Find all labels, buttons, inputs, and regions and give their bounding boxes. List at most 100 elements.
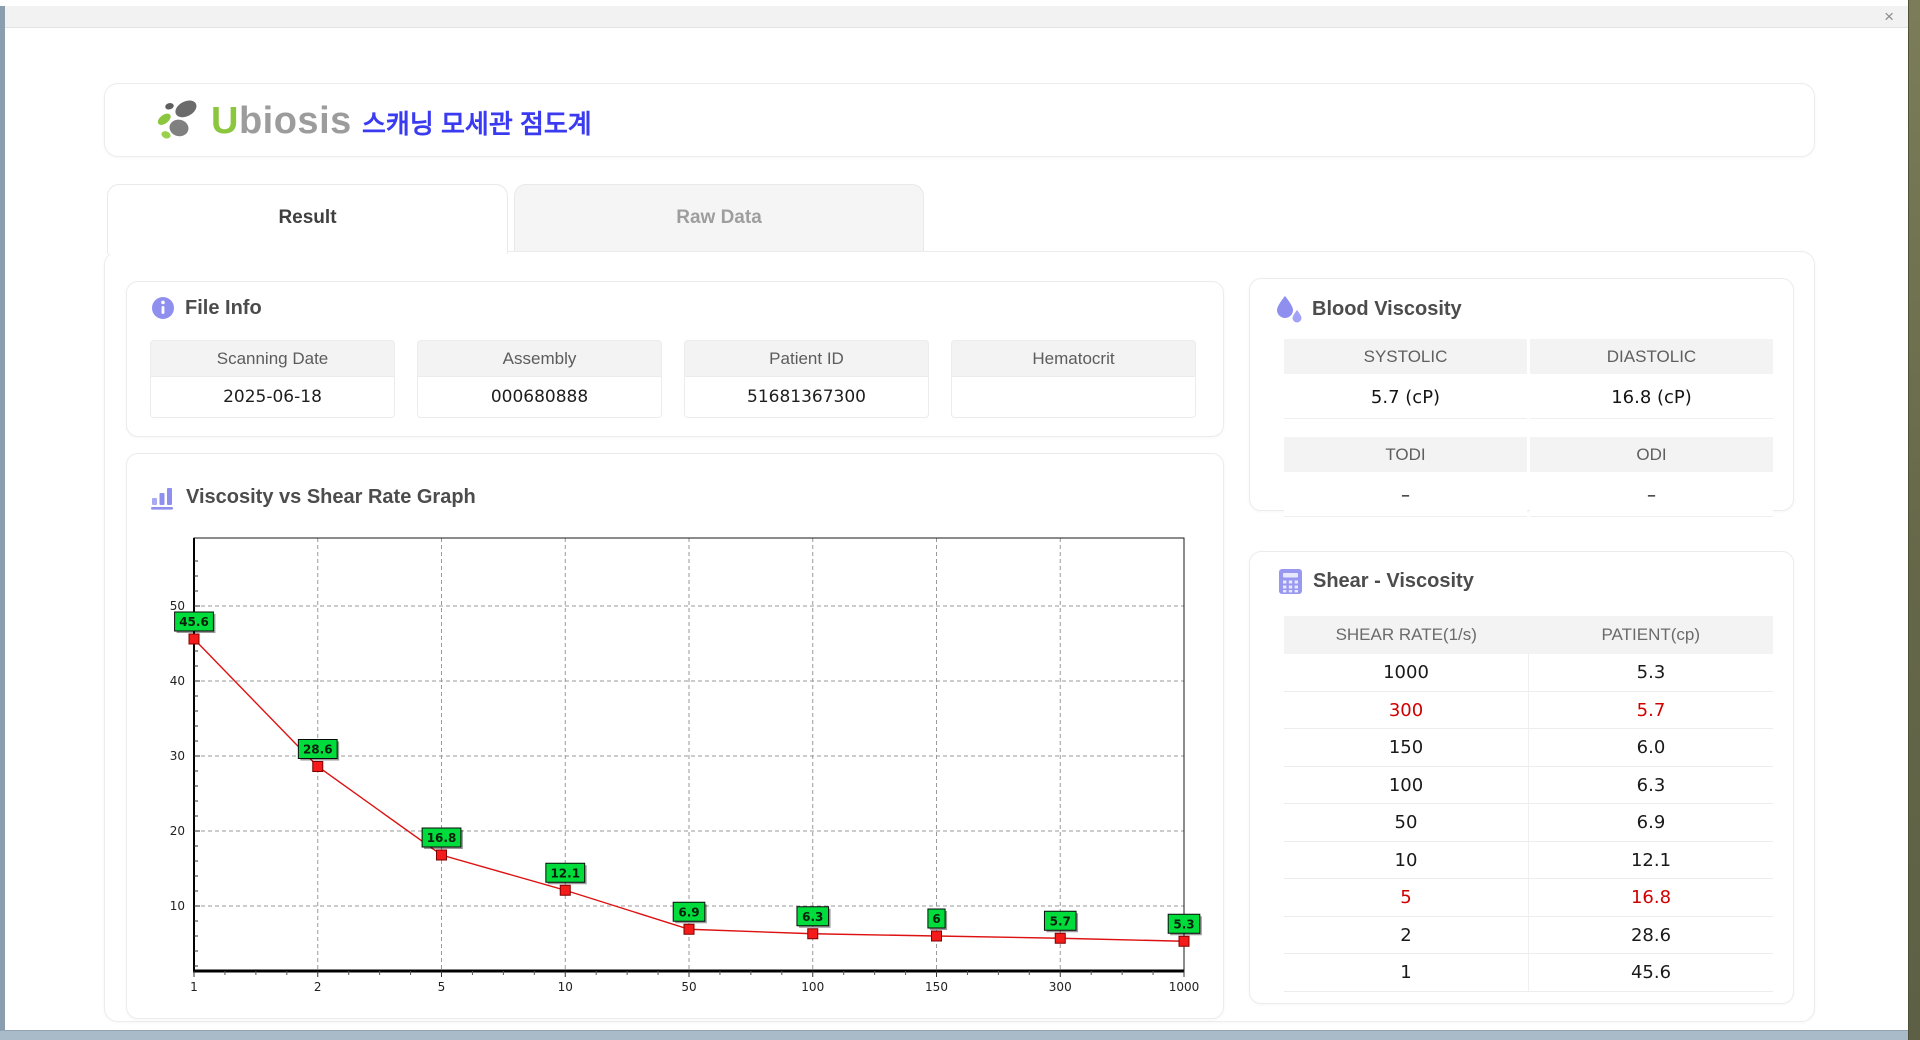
odi-value: –: [1530, 475, 1773, 517]
shear-rate-cell: 300: [1284, 691, 1529, 728]
patient-cell: 12.1: [1630, 849, 1672, 871]
patient-cell: 5.7: [1636, 699, 1666, 721]
field-value: 2025-06-18: [150, 377, 395, 418]
svg-text:20: 20: [170, 824, 185, 838]
table-row: 300 5.7: [1284, 691, 1773, 729]
shear-rate-cell: 150: [1284, 729, 1529, 766]
shear-viscosity-table: SHEAR RATE(1/s) PATIENT(cp) 1000 5.3 300 5.…: [1284, 616, 1773, 992]
table-body: 1000 5.3 300 5.7 150 6.0 100 6.3 50 6.9 10 12.1 5 16.…: [1284, 654, 1773, 992]
shear-rate-cell: 2: [1284, 916, 1529, 953]
table-row: 1 45.6: [1284, 954, 1773, 992]
svg-text:30: 30: [170, 749, 185, 763]
svg-text:300: 300: [1049, 980, 1072, 994]
shear-rate-cell: 5: [1284, 879, 1529, 916]
logo-text: Ubiosis: [211, 100, 352, 143]
systolic-value: 5.7 (cP): [1284, 377, 1527, 419]
table-row: 5 16.8: [1284, 879, 1773, 917]
svg-text:6: 6: [932, 912, 940, 926]
table-row: 1000 5.3: [1284, 654, 1773, 692]
app-window: × Ubiosis 스캐닝 모세관 점도계 Result Raw Data Fi…: [0, 0, 1920, 1040]
svg-text:2: 2: [314, 980, 322, 994]
viscosity-shear-rate-chart: 10 20 30 40 50 1 2 5 10 50 100 150 300 1000 45.6 28.6 16…: [170, 537, 1202, 994]
info-icon: [152, 297, 174, 319]
svg-text:6.3: 6.3: [802, 910, 823, 924]
svg-text:150: 150: [925, 980, 948, 994]
patient-cell: 16.8: [1630, 887, 1672, 908]
shear-rate-cell: 10: [1284, 841, 1529, 878]
header-card: Ubiosis 스캐닝 모세관 점도계: [104, 83, 1815, 157]
field-label: Hematocrit: [951, 340, 1196, 377]
file-info-field-hematocrit: Hematocrit: [951, 340, 1196, 418]
file-info-field-scanning-date: Scanning Date 2025-06-18: [150, 340, 395, 418]
window-left-border: [0, 6, 5, 1030]
file-info-field-assembly: Assembly 000680888: [417, 340, 662, 418]
blood-viscosity-table: SYSTOLIC DIASTOLIC 5.7 (cP) 16.8 (cP) TO…: [1284, 339, 1773, 517]
blood-drops-icon: [1277, 296, 1302, 323]
patient-cell: 5.3: [1636, 662, 1666, 683]
table-row: 10 12.1: [1284, 841, 1773, 879]
svg-text:6.9: 6.9: [678, 905, 699, 919]
svg-text:50: 50: [681, 980, 696, 994]
svg-text:1000: 1000: [1169, 980, 1200, 994]
file-info-field-patient-id: Patient ID 51681367300: [684, 340, 929, 418]
svg-text:16.8: 16.8: [427, 831, 457, 845]
table-header-row: SHEAR RATE(1/s) PATIENT(cp): [1284, 616, 1773, 654]
systolic-label: SYSTOLIC: [1284, 339, 1527, 374]
shear-viscosity-card: Shear - Viscosity SHEAR RATE(1/s) PATIEN…: [1249, 551, 1794, 1004]
shear-rate-cell: 100: [1284, 766, 1529, 803]
field-label: Patient ID: [684, 340, 929, 377]
svg-text:10: 10: [170, 899, 185, 913]
table-row: 100 6.3: [1284, 766, 1773, 804]
field-value: 000680888: [417, 377, 662, 418]
svg-text:5: 5: [438, 980, 446, 994]
shear-rate-cell: 1: [1284, 954, 1529, 991]
field-label: Scanning Date: [150, 340, 395, 377]
file-info-card: File Info Scanning Date 2025-06-18 Assembl…: [126, 281, 1224, 437]
blood-viscosity-card: Blood Viscosity SYSTOLIC DIASTOLIC 5.7 (…: [1249, 278, 1794, 517]
ubiosis-logo-mark-icon: [157, 100, 197, 139]
tab-result[interactable]: Result: [107, 184, 508, 254]
shear-rate-cell: 50: [1284, 804, 1529, 841]
shear-rate-cell: 1000: [1284, 654, 1529, 691]
field-label: Assembly: [417, 340, 662, 377]
patient-cell: 28.6: [1630, 924, 1672, 946]
viscosity-graph-card: Viscosity vs Shear Rate Graph 10 20 30 40 50…: [126, 453, 1224, 1019]
file-info-fields: Scanning Date 2025-06-18 Assembly 000680888…: [150, 340, 1196, 418]
todi-label: TODI: [1284, 437, 1527, 472]
patient-cell: 6.9: [1636, 812, 1666, 833]
shear-rate-column-header: SHEAR RATE(1/s): [1335, 625, 1477, 644]
blood-viscosity-title: Blood Viscosity: [1312, 297, 1462, 320]
svg-text:100: 100: [801, 980, 824, 994]
close-icon[interactable]: ×: [1884, 6, 1894, 28]
patient-cell: 6.3: [1636, 774, 1666, 796]
svg-text:1: 1: [190, 980, 198, 994]
logo-letters-biosis: biosis: [238, 99, 352, 142]
ubiosis-logo: Ubiosis: [153, 96, 352, 146]
todi-value: –: [1284, 475, 1527, 517]
shear-viscosity-title: Shear - Viscosity: [1313, 570, 1474, 592]
diastolic-label: DIASTOLIC: [1530, 339, 1773, 374]
desktop-background-sliver: [1908, 0, 1920, 1040]
odi-label: ODI: [1530, 437, 1773, 472]
field-value: [951, 377, 1196, 418]
blood-viscosity-header: Blood Viscosity: [1276, 295, 1462, 323]
patient-cell: 6.0: [1636, 737, 1666, 758]
svg-text:5.3: 5.3: [1173, 917, 1194, 931]
svg-text:5.7: 5.7: [1050, 914, 1071, 928]
svg-text:40: 40: [170, 674, 185, 688]
table-row: 50 6.9: [1284, 804, 1773, 842]
tab-raw-data[interactable]: Raw Data: [514, 184, 924, 252]
svg-text:28.6: 28.6: [303, 743, 333, 757]
svg-text:45.6: 45.6: [179, 615, 209, 629]
window-titlebar: ×: [5, 6, 1908, 28]
file-info-title: File Info: [185, 296, 262, 319]
patient-column-header: PATIENT(cp): [1601, 625, 1701, 644]
svg-text:12.1: 12.1: [550, 866, 580, 880]
table-row: 2 28.6: [1284, 916, 1773, 954]
diastolic-value: 16.8 (cP): [1530, 377, 1773, 419]
patient-cell: 45.6: [1630, 962, 1672, 983]
calculator-icon: [1279, 569, 1302, 594]
shear-viscosity-header: Shear - Viscosity: [1278, 568, 1474, 595]
svg-text:10: 10: [558, 980, 573, 994]
